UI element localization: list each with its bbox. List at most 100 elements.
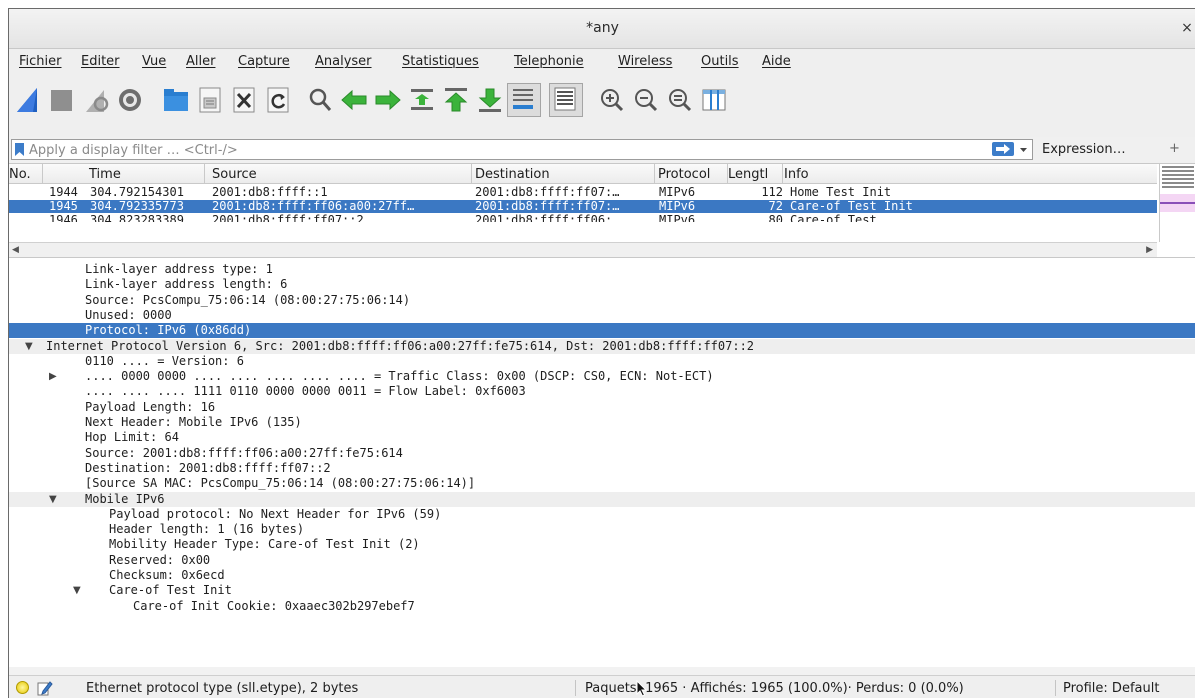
packet-length: 112 (761, 185, 783, 199)
detail-line[interactable]: Hop Limit: 64 (9, 430, 1195, 445)
expand-right-icon[interactable]: ▶ (49, 369, 57, 384)
last-packet-icon[interactable] (475, 85, 505, 115)
detail-line[interactable]: .... .... .... 1111 0110 0000 0000 0011 … (9, 384, 1195, 399)
packet-destination: 2001:db8:ffff:ff07:… (475, 185, 620, 199)
detail-text: Payload protocol: No Next Header for IPv… (109, 506, 442, 521)
apply-filter-button[interactable] (992, 142, 1014, 156)
mouse-cursor-icon (636, 680, 648, 697)
packet-length: 80 (768, 214, 783, 222)
stop-capture-icon[interactable] (47, 85, 77, 115)
detail-line[interactable]: Reserved: 0x00 (9, 553, 1195, 568)
detail-line[interactable]: Destination: 2001:db8:ffff:ff07::2 (9, 461, 1195, 476)
add-filter-button[interactable]: + (1169, 141, 1180, 156)
detail-text: 0110 .... = Version: 6 (85, 353, 244, 368)
column-destination[interactable]: Destination (475, 167, 550, 182)
menu-telephonie[interactable]: Telephonie (514, 54, 584, 69)
display-filter-input[interactable] (29, 141, 989, 159)
window-title: *any (586, 20, 619, 36)
detail-line[interactable]: ▶ .... 0000 0000 .... .... .... .... ....… (9, 369, 1195, 384)
packet-no: 1944 (49, 185, 78, 199)
save-file-icon[interactable] (195, 85, 225, 115)
detail-text: Protocol: IPv6 (0x86dd) (85, 323, 252, 338)
detail-line[interactable]: ▼ Mobile IPv6 (9, 491, 1195, 507)
detail-line[interactable]: Source: PcsCompu_75:06:14 (08:00:27:75:0… (9, 293, 1195, 308)
expand-down-icon[interactable]: ▼ (49, 492, 57, 507)
scroll-right-icon[interactable]: ▶ (1146, 245, 1153, 255)
close-window-button[interactable]: × (1180, 20, 1194, 36)
menu-vue[interactable]: Vue (142, 54, 166, 69)
menu-statistiques[interactable]: Statistiques (402, 54, 479, 69)
menu-outils[interactable]: Outils (701, 54, 739, 69)
detail-line[interactable]: Link-layer address type: 1 (9, 262, 1195, 277)
detail-line[interactable]: Unused: 0000 (9, 308, 1195, 323)
detail-line[interactable]: Link-layer address length: 6 (9, 277, 1195, 292)
zoom-in-icon[interactable] (597, 85, 627, 115)
find-packet-icon[interactable] (305, 85, 335, 115)
go-back-icon[interactable] (339, 85, 369, 115)
menu-fichier[interactable]: Fichier (19, 54, 62, 69)
detail-line[interactable]: Protocol: IPv6 (0x86dd) (9, 323, 1195, 339)
column-protocol[interactable]: Protocol (658, 167, 710, 182)
column-source[interactable]: Source (212, 167, 257, 182)
first-packet-icon[interactable] (441, 85, 471, 115)
capture-options-icon[interactable] (115, 85, 145, 115)
open-file-icon[interactable] (161, 85, 191, 115)
detail-text: Mobile IPv6 (85, 491, 165, 506)
detail-line[interactable]: Payload Length: 16 (9, 400, 1195, 415)
colorize-icon[interactable] (549, 83, 583, 117)
column-no[interactable]: No. (9, 167, 31, 182)
resize-columns-icon[interactable] (699, 85, 729, 115)
auto-scroll-icon[interactable] (507, 83, 541, 117)
menu-analyser[interactable]: Analyser (315, 54, 372, 69)
go-to-packet-icon[interactable] (407, 85, 437, 115)
packet-row[interactable]: 1946 304.823283389 2001:db8:ffff:ff07::2… (9, 214, 1157, 222)
horizontal-scrollbar[interactable]: ◀ ▶ (9, 242, 1157, 257)
detail-line[interactable]: Next Header: Mobile IPv6 (135) (9, 415, 1195, 430)
close-file-icon[interactable] (229, 85, 259, 115)
detail-line[interactable]: ▼ Care-of Test Init (9, 583, 1195, 598)
column-length[interactable]: Lengtl (728, 167, 782, 182)
scroll-left-icon[interactable]: ◀ (12, 245, 19, 255)
menu-wireless[interactable]: Wireless (618, 54, 672, 69)
detail-line[interactable]: Care-of Init Cookie: 0xaaec302b297ebef7 (9, 599, 1195, 614)
expand-down-icon[interactable]: ▼ (73, 583, 81, 598)
zoom-out-icon[interactable] (631, 85, 661, 115)
expert-info-icon[interactable] (16, 681, 29, 694)
packet-info: Care-of Test Init (790, 199, 913, 213)
filter-history-dropdown[interactable] (1017, 142, 1030, 157)
detail-line[interactable]: Payload protocol: No Next Header for IPv… (9, 507, 1195, 522)
detail-text: .... .... .... 1111 0110 0000 0000 0011 … (85, 384, 526, 399)
detail-line[interactable]: Header length: 1 (16 bytes) (9, 522, 1195, 537)
status-profile[interactable]: Profile: Default (1063, 681, 1159, 696)
expand-down-icon[interactable]: ▼ (25, 339, 33, 354)
menu-capture[interactable]: Capture (238, 54, 290, 69)
title-bar: *any × (9, 9, 1195, 49)
column-info[interactable]: Info (784, 167, 809, 182)
normal-size-icon[interactable] (665, 85, 695, 115)
detail-line[interactable]: 0110 .... = Version: 6 (9, 354, 1195, 369)
packet-minimap[interactable] (1159, 164, 1195, 242)
packet-info: Care-of Test (790, 214, 877, 222)
detail-text: Source: PcsCompu_75:06:14 (08:00:27:75:0… (85, 292, 411, 307)
detail-line[interactable]: Checksum: 0x6ecd (9, 568, 1195, 583)
menu-editer[interactable]: Editer (81, 54, 120, 69)
detail-line[interactable]: Mobility Header Type: Care-of Test Init … (9, 537, 1195, 552)
menu-aller[interactable]: Aller (186, 54, 215, 69)
packet-row[interactable]: 1944 304.792154301 2001:db8:ffff::1 2001… (9, 186, 1157, 199)
expression-button[interactable]: Expression… (1042, 142, 1126, 157)
start-capture-icon[interactable] (13, 85, 43, 115)
reload-file-icon[interactable] (263, 85, 293, 115)
packet-source: 2001:db8:ffff::1 (212, 185, 328, 199)
column-time[interactable]: Time (89, 167, 121, 182)
detail-line[interactable]: Source: 2001:db8:ffff:ff06:a00:27ff:fe75… (9, 446, 1195, 461)
status-bar: Ethernet protocol type (sll.etype), 2 by… (9, 675, 1195, 698)
menu-aide[interactable]: Aide (762, 54, 791, 69)
restart-capture-icon[interactable] (81, 85, 111, 115)
detail-line[interactable]: [Source SA MAC: PcsCompu_75:06:14 (08:00… (9, 476, 1195, 491)
capture-comment-icon[interactable] (37, 680, 53, 696)
bookmark-icon[interactable] (15, 143, 24, 156)
go-forward-icon[interactable] (373, 85, 403, 115)
detail-line[interactable]: ▼ Internet Protocol Version 6, Src: 2001:… (9, 338, 1195, 354)
packet-row-selected[interactable]: 1945 304.792335773 2001:db8:ffff:ff06:a0… (9, 200, 1157, 213)
detail-text: Next Header: Mobile IPv6 (135) (85, 415, 302, 429)
